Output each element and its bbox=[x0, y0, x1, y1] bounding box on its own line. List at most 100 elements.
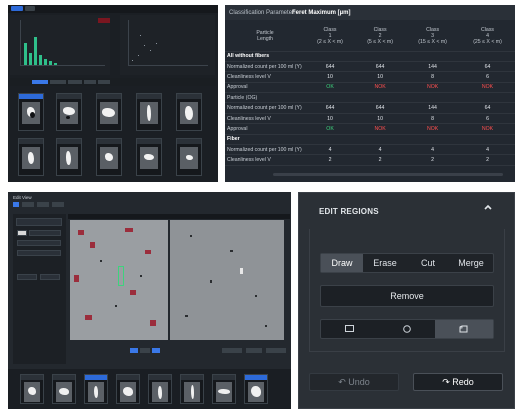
thumbnail[interactable] bbox=[116, 374, 140, 404]
row-label: Normalized count per 100 ml (Y) bbox=[225, 102, 305, 114]
row-label: Particle (OG) bbox=[225, 92, 305, 104]
particle-tile[interactable] bbox=[18, 93, 44, 131]
tab-button[interactable] bbox=[25, 6, 35, 11]
sidebar-button[interactable] bbox=[17, 274, 37, 280]
sidebar-button[interactable] bbox=[40, 274, 60, 280]
table-cell bbox=[355, 51, 406, 62]
particle-tile[interactable] bbox=[136, 93, 162, 131]
table-cell: 6 bbox=[460, 113, 515, 125]
class-header: Class 2 (5 ≤ X < m) bbox=[355, 21, 406, 52]
chevron-up-icon[interactable] bbox=[484, 203, 492, 213]
toolbar-button[interactable] bbox=[32, 80, 48, 84]
particle-tile[interactable] bbox=[176, 93, 202, 131]
table-row: Approval OK NOK NOK NOK bbox=[225, 123, 515, 135]
edit-regions-header[interactable]: EDIT REGIONS bbox=[299, 193, 514, 228]
particle-tile[interactable] bbox=[18, 138, 44, 176]
approval-status: OK bbox=[305, 82, 356, 94]
mode-cut-button[interactable]: Cut bbox=[407, 254, 449, 272]
divider bbox=[309, 351, 505, 352]
table-row: Normalized count per 100 ml (Y) 644 644 144… bbox=[225, 102, 515, 114]
menu-button[interactable] bbox=[11, 6, 23, 11]
toolbar-button[interactable] bbox=[13, 202, 19, 207]
filter-image-left[interactable] bbox=[70, 220, 168, 340]
toolbar-button[interactable] bbox=[22, 202, 34, 207]
table-cell bbox=[460, 51, 515, 62]
thumbnail[interactable] bbox=[212, 374, 236, 404]
particle-tile[interactable] bbox=[56, 93, 82, 131]
approval-status: NOK bbox=[405, 123, 461, 135]
table-cell bbox=[355, 134, 406, 146]
shape-rectangle-button[interactable] bbox=[321, 320, 379, 338]
mode-erase-button[interactable]: Erase bbox=[363, 254, 407, 272]
undo-button[interactable]: ↶ Undo bbox=[309, 373, 399, 391]
thumbnail[interactable] bbox=[84, 374, 108, 404]
mode-selector: Draw Erase Cut Merge bbox=[320, 253, 494, 273]
particle-tile[interactable] bbox=[136, 138, 162, 176]
nav-button[interactable] bbox=[130, 348, 138, 353]
remove-button[interactable]: Remove bbox=[320, 285, 494, 307]
particle-length-header: Particle Length bbox=[225, 21, 305, 52]
approval-status: NOK bbox=[460, 123, 515, 135]
redo-button[interactable]: ↷ Redo bbox=[413, 373, 503, 391]
table-row: Cleanliness level V 10 10 8 6 bbox=[225, 71, 515, 83]
shape-polygon-button[interactable] bbox=[435, 320, 493, 338]
shape-selector bbox=[320, 319, 494, 339]
table-cell bbox=[405, 134, 461, 146]
class-header: Class 1 (2 ≤ X < m) bbox=[305, 21, 356, 52]
table-cell: 8 bbox=[405, 113, 461, 125]
particle-tile[interactable] bbox=[96, 93, 122, 131]
scatter-chart bbox=[120, 15, 215, 75]
mode-draw-button[interactable]: Draw bbox=[321, 254, 363, 272]
sidebar-toggle[interactable] bbox=[17, 230, 27, 236]
sidebar-field[interactable] bbox=[17, 250, 61, 256]
table-cell: 2 bbox=[305, 154, 356, 166]
action-button[interactable] bbox=[222, 348, 242, 353]
thumbnail[interactable] bbox=[20, 374, 44, 404]
particle-tile[interactable] bbox=[56, 138, 82, 176]
shape-circle-button[interactable] bbox=[379, 320, 437, 338]
approval-status: OK bbox=[305, 123, 356, 135]
nav-button[interactable] bbox=[152, 348, 160, 353]
row-label: Approval bbox=[225, 82, 305, 94]
table-cell: 10 bbox=[305, 113, 356, 125]
action-button[interactable] bbox=[266, 348, 286, 353]
table-cell: 4 bbox=[460, 144, 515, 156]
settings-sidebar bbox=[13, 214, 66, 364]
particle-tile[interactable] bbox=[96, 138, 122, 176]
thumbnail[interactable] bbox=[148, 374, 172, 404]
parameter-value[interactable]: Feret Maximum [µm] bbox=[292, 10, 350, 16]
table-cell bbox=[305, 92, 356, 104]
horizontal-scrollbar[interactable] bbox=[273, 173, 503, 176]
table-row: Particle (OG) bbox=[225, 92, 515, 104]
thumbnail[interactable] bbox=[180, 374, 204, 404]
row-label: Cleanliness level V bbox=[225, 154, 305, 166]
filter-image-right[interactable] bbox=[170, 220, 284, 340]
toolbar-button[interactable] bbox=[50, 80, 66, 84]
toolbar-button[interactable] bbox=[68, 80, 82, 84]
selection-outline[interactable] bbox=[118, 266, 124, 286]
toolbar-button[interactable] bbox=[52, 202, 64, 207]
nav-button[interactable] bbox=[140, 348, 150, 353]
thumbnail[interactable] bbox=[52, 374, 76, 404]
parameter-label: Classification Parameter: bbox=[229, 10, 296, 16]
action-button[interactable] bbox=[246, 348, 262, 353]
mode-merge-button[interactable]: Merge bbox=[449, 254, 493, 272]
table-cell bbox=[405, 51, 461, 62]
toolbar-button[interactable] bbox=[84, 80, 96, 84]
sidebar-field[interactable] bbox=[17, 240, 61, 246]
histogram-bar bbox=[49, 61, 52, 65]
particle-tile[interactable] bbox=[176, 138, 202, 176]
histogram-chart bbox=[10, 15, 110, 75]
row-label: Normalized count per 100 ml (Y) bbox=[225, 61, 305, 73]
toolbar-button[interactable] bbox=[37, 202, 49, 207]
undo-icon: ↶ bbox=[338, 377, 346, 387]
sidebar-field[interactable] bbox=[29, 230, 61, 236]
thumbnail[interactable] bbox=[244, 374, 268, 404]
table-cell: 4 bbox=[305, 144, 356, 156]
polygon-icon bbox=[459, 325, 468, 333]
toolbar-button[interactable] bbox=[98, 80, 110, 84]
approval-status: NOK bbox=[460, 82, 515, 94]
redo-label: Redo bbox=[452, 377, 474, 387]
histogram-bar bbox=[34, 37, 37, 65]
table-cell: 6 bbox=[460, 71, 515, 83]
